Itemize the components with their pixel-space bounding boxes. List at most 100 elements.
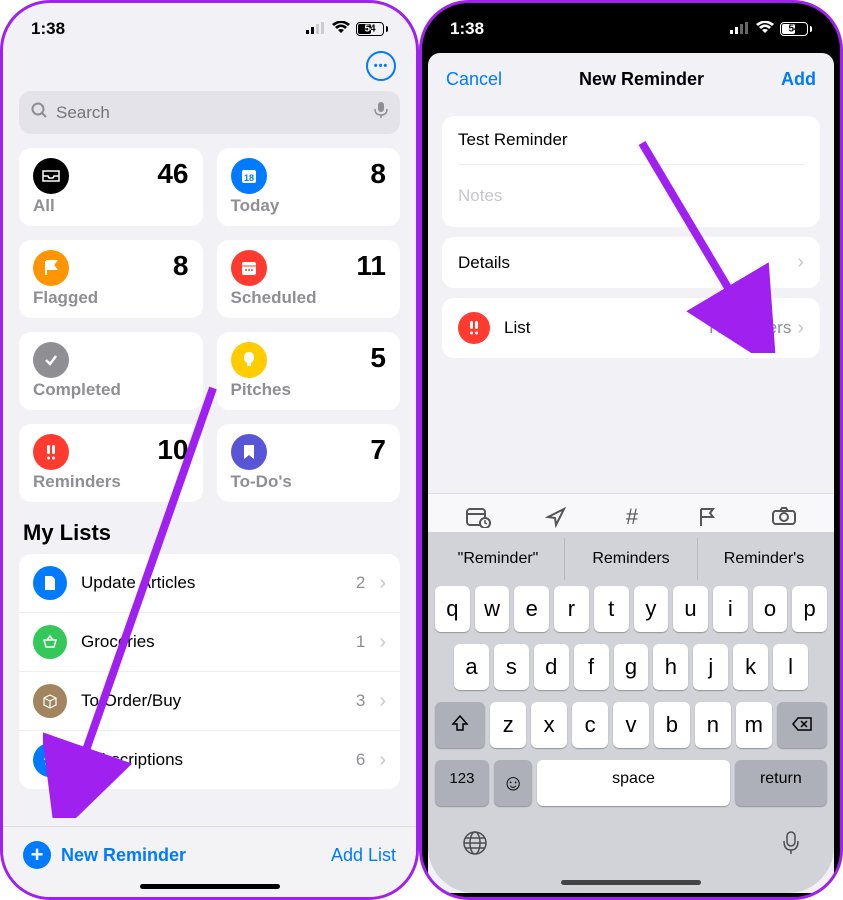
card-today[interactable]: 188Today [217,148,401,226]
home-indicator[interactable] [561,880,701,885]
status-time: 1:38 [450,19,484,39]
card-todos[interactable]: 7To-Do's [217,424,401,502]
key-e[interactable]: e [514,586,549,632]
smart-lists-grid: 46All 188Today 8Flagged 11Scheduled Comp… [3,148,416,502]
key-c[interactable]: c [572,702,608,748]
status-time: 1:38 [31,19,65,39]
notes-field-row[interactable]: Notes [458,165,804,227]
add-list-button[interactable]: Add List [331,845,396,866]
list-item[interactable]: Update Articles2› [19,554,400,613]
reminder-title-input[interactable] [458,130,804,150]
calendar-tool-icon[interactable] [465,506,491,533]
list-item[interactable]: To Order/Buy3› [19,672,400,731]
list-item[interactable]: Groceries1› [19,613,400,672]
mic-icon[interactable] [374,101,388,124]
key-y[interactable]: y [634,586,669,632]
svg-text:18: 18 [243,173,253,183]
camera-tool-icon[interactable] [771,506,797,533]
key-t[interactable]: t [594,586,629,632]
calendar-icon: 18 [231,158,267,194]
suggestion[interactable]: Reminder's [698,538,830,580]
chevron-right-icon: › [797,317,804,340]
key-r[interactable]: r [554,586,589,632]
key-s[interactable]: s [494,644,529,690]
home-indicator[interactable] [140,884,280,889]
check-icon [33,342,69,378]
key-p[interactable]: p [792,586,827,632]
key-l[interactable]: l [773,644,808,690]
reminders-home-screen: 1:38 54 ••• 46All 188Today 8Flagged 11Sc… [0,0,419,900]
wifi-icon [332,19,350,39]
card-completed[interactable]: Completed [19,332,203,410]
space-key[interactable]: space [537,760,729,806]
search-bar[interactable] [19,91,400,134]
key-g[interactable]: g [614,644,649,690]
suggestion-bar: "Reminder" Reminders Reminder's [432,538,830,580]
suggestion[interactable]: "Reminder" [432,538,565,580]
status-icons: 54 [730,19,812,39]
backspace-key[interactable] [777,702,827,748]
key-q[interactable]: q [435,586,470,632]
new-reminder-sheet: Cancel New Reminder Add Notes Details › … [428,53,834,893]
status-bar: 1:38 54 [422,3,840,47]
new-reminder-sheet-screen: 1:38 54 Cancel New Reminder Add Notes De… [419,0,843,900]
card-scheduled[interactable]: 11Scheduled [217,240,401,318]
card-reminders[interactable]: 10Reminders [19,424,203,502]
key-h[interactable]: h [653,644,688,690]
globe-icon[interactable] [462,830,488,861]
key-k[interactable]: k [733,644,768,690]
key-x[interactable]: x [531,702,567,748]
location-tool-icon[interactable] [545,506,567,533]
key-z[interactable]: z [490,702,526,748]
signal-icon [730,19,750,39]
key-d[interactable]: d [534,644,569,690]
key-j[interactable]: j [693,644,728,690]
new-reminder-button[interactable]: + New Reminder [23,841,186,869]
chevron-right-icon: › [379,690,386,713]
plus-icon: + [23,841,51,869]
more-button[interactable]: ••• [3,47,416,85]
add-button[interactable]: Add [781,69,816,90]
key-m[interactable]: m [736,702,772,748]
keyboard-bottom-row [432,812,830,885]
key-n[interactable]: n [695,702,731,748]
battery-icon: 54 [780,22,812,36]
numbers-key[interactable]: 123 [435,760,489,806]
return-key[interactable]: return [735,760,827,806]
battery-icon: 54 [356,22,388,36]
title-notes-card: Notes [442,116,820,227]
key-i[interactable]: i [713,586,748,632]
doc-icon [33,566,67,600]
emoji-key[interactable]: ☺ [494,760,532,806]
card-all[interactable]: 46All [19,148,203,226]
sheet-header: Cancel New Reminder Add [428,53,834,106]
suggestion[interactable]: Reminders [565,538,698,580]
key-f[interactable]: f [574,644,609,690]
list-item[interactable]: Subscriptions6› [19,731,400,789]
key-o[interactable]: o [753,586,788,632]
cancel-button[interactable]: Cancel [446,69,502,90]
signal-icon [306,19,326,39]
key-b[interactable]: b [654,702,690,748]
basket-icon [33,625,67,659]
search-input[interactable] [56,103,366,123]
key-w[interactable]: w [475,586,510,632]
status-icons: 54 [306,19,388,39]
chevron-right-icon: › [379,749,386,772]
chevron-right-icon: › [379,572,386,595]
key-a[interactable]: a [454,644,489,690]
key-v[interactable]: v [613,702,649,748]
title-field-row[interactable] [458,116,804,165]
tag-tool-icon[interactable]: # [621,506,643,533]
card-pitches[interactable]: 5Pitches [217,332,401,410]
list-row[interactable]: List Reminders › [458,298,804,358]
flag-tool-icon[interactable] [697,506,717,533]
sheet-title: New Reminder [579,69,704,90]
shift-key[interactable] [435,702,485,748]
tray-icon [33,158,69,194]
dictation-icon[interactable] [782,830,800,861]
repeat-icon [33,743,67,777]
key-u[interactable]: u [673,586,708,632]
card-flagged[interactable]: 8Flagged [19,240,203,318]
details-row[interactable]: Details › [458,237,804,288]
